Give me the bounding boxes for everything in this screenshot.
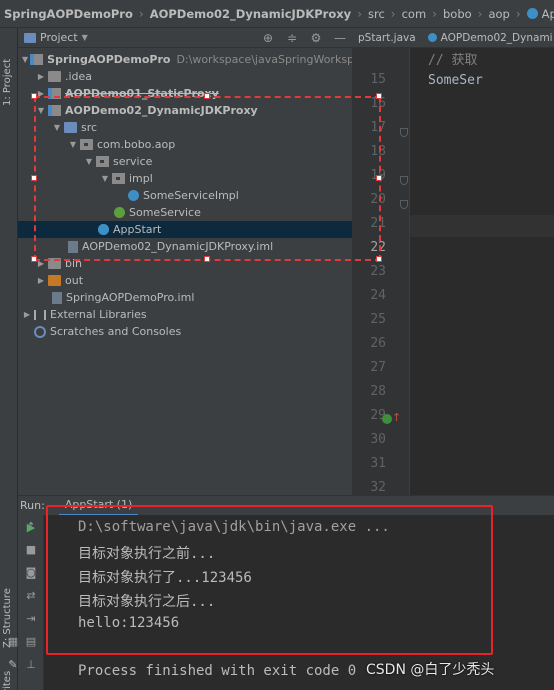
chevron-down-icon[interactable]: ▼ [82, 33, 88, 42]
line-number: 32 [370, 480, 386, 495]
selection-handle [31, 256, 37, 262]
tree-item-label: SpringAOPDemoPro.iml [66, 291, 195, 304]
collapse-arrow-icon[interactable]: ▶ [22, 310, 32, 319]
class-icon [526, 8, 538, 19]
tree-item-external-libraries[interactable]: ▶ External Libraries [18, 306, 352, 323]
breadcrumb-separator: › [357, 6, 362, 21]
selection-handle [31, 175, 37, 181]
project-tool-tab[interactable]: 1: Project [2, 59, 13, 106]
tree-item-label: SpringAOPDemoPro [47, 53, 171, 66]
line-number: 27 [370, 360, 386, 375]
collapse-all-icon[interactable]: ≑ [285, 31, 299, 45]
folder-icon [48, 71, 61, 82]
layout-icon[interactable]: ▦ [6, 634, 20, 648]
tree-item-label: .idea [65, 70, 93, 83]
fold-marker-icon[interactable] [400, 200, 408, 209]
tree-item-idea[interactable]: ▶ .idea [18, 68, 352, 85]
tree-item-label: out [65, 274, 84, 287]
breadcrumb-appstart[interactable]: AppStart [526, 6, 554, 21]
breadcrumb: SpringAOPDemoPro › AOPDemo02_DynamicJDKP… [0, 0, 554, 28]
stop-icon[interactable]: ■ [24, 542, 38, 556]
selection-handle [376, 93, 382, 99]
selection-handle [31, 93, 37, 99]
tree-item-label: External Libraries [50, 308, 147, 321]
exit-icon[interactable]: ⇥ [24, 611, 38, 625]
iml-file-icon [52, 291, 62, 304]
collapse-arrow-icon[interactable]: ▶ [36, 276, 46, 285]
breadcrumb-src[interactable]: src [368, 7, 385, 21]
tree-item-path: D:\workspace\javaSpringWorkspace [176, 53, 374, 66]
line-number: 23 [370, 264, 386, 279]
gear-icon[interactable]: ⚙ [309, 31, 323, 45]
annotation-output-box [46, 505, 493, 655]
csdn-watermark: CSDN @白了少秃头 [366, 662, 495, 678]
pushpin-icon[interactable]: ✎ [6, 657, 20, 671]
tree-item-root[interactable]: ▼ SpringAOPDemoPro D:\workspace\javaSpri… [18, 51, 374, 68]
breadcrumb-separator: › [515, 6, 521, 21]
line-number: 15 [370, 72, 386, 87]
breadcrumb-separator: › [138, 6, 144, 21]
breadcrumb-bobo[interactable]: bobo [443, 7, 472, 21]
breadcrumb-separator: › [477, 6, 483, 21]
tree-item-label: Scratches and Consoles [50, 325, 182, 338]
favorites-tool-tab[interactable]: Favorites [2, 671, 13, 690]
project-view-icon [24, 32, 36, 43]
module-tab-icon [427, 33, 437, 42]
restore-layout-icon[interactable]: ⇄ [24, 588, 38, 602]
code-comment: // 获取 [428, 53, 478, 68]
print-icon[interactable]: ▤ [24, 634, 38, 648]
line-number: 24 [370, 288, 386, 303]
line-number: 28 [370, 384, 386, 399]
collapse-arrow-icon[interactable]: ▶ [36, 72, 46, 81]
override-icon[interactable] [382, 414, 392, 424]
left-tool-strip: 1: Project Z: Structure Favorites [0, 28, 18, 690]
line-number: 30 [370, 432, 386, 447]
line-number: 25 [370, 312, 386, 327]
implements-arrow-icon[interactable]: ↑ [392, 411, 401, 424]
pin-icon[interactable]: ⊥ [24, 657, 38, 671]
tab-module[interactable]: AOPDemo02_Dynami [422, 32, 554, 44]
breadcrumb-aop[interactable]: aop [488, 7, 509, 21]
expand-arrow-icon[interactable]: ▼ [22, 55, 28, 64]
console-line: Process finished with exit code 0 [78, 663, 357, 679]
selection-handle [376, 256, 382, 262]
fold-marker-icon[interactable] [400, 176, 408, 185]
scratches-icon [34, 325, 46, 338]
locate-icon[interactable]: ⊕ [261, 31, 275, 45]
excluded-folder-icon [48, 275, 61, 286]
module-icon [30, 54, 44, 65]
current-line-highlight [410, 215, 554, 237]
tree-item-out[interactable]: ▶ out [18, 272, 352, 289]
project-view-title[interactable]: Project [40, 31, 78, 44]
tab-module-label: AOPDemo02_Dynami [440, 31, 553, 44]
selection-handle [204, 256, 210, 262]
breadcrumb-module[interactable]: AOPDemo02_DynamicJDKProxy [150, 7, 351, 21]
hide-icon[interactable]: — [333, 31, 347, 45]
camera-icon[interactable]: ◙ [24, 565, 38, 579]
breadcrumb-com[interactable]: com [402, 7, 427, 21]
tab-appstart[interactable]: pStart.java [352, 32, 422, 44]
project-panel-header: Project ▼ ⊕ ≑ ⚙ — [18, 28, 352, 48]
run-toolbar: ↑ ▶ ■ ◙ ⇄ ⇥ ▤ ⊥ ▦ ✎ [8, 515, 44, 690]
breadcrumb-project[interactable]: SpringAOPDemoPro [4, 7, 133, 21]
editor-tabs: pStart.java AOPDemo02_Dynami [352, 28, 554, 48]
run-label: Run: [20, 499, 45, 512]
library-icon [34, 309, 46, 320]
code-line: SomeSer [428, 73, 483, 88]
breadcrumb-separator: › [390, 6, 396, 21]
tree-item-project-iml[interactable]: SpringAOPDemoPro.iml [18, 289, 352, 306]
code-editor: pStart.java AOPDemo02_Dynami 15 16 17 18… [352, 28, 554, 495]
breadcrumb-separator: › [432, 6, 437, 21]
fold-marker-icon[interactable] [400, 128, 408, 137]
annotation-selection-box [34, 96, 381, 261]
selection-handle [204, 93, 210, 99]
line-number: 31 [370, 456, 386, 471]
rerun-icon[interactable]: ▶ [24, 520, 38, 534]
selection-handle [376, 175, 382, 181]
line-number: 29 [370, 408, 386, 423]
line-number: 26 [370, 336, 386, 351]
breadcrumb-appstart-label: AppStart [541, 6, 554, 21]
tree-item-scratches[interactable]: Scratches and Consoles [18, 323, 352, 340]
